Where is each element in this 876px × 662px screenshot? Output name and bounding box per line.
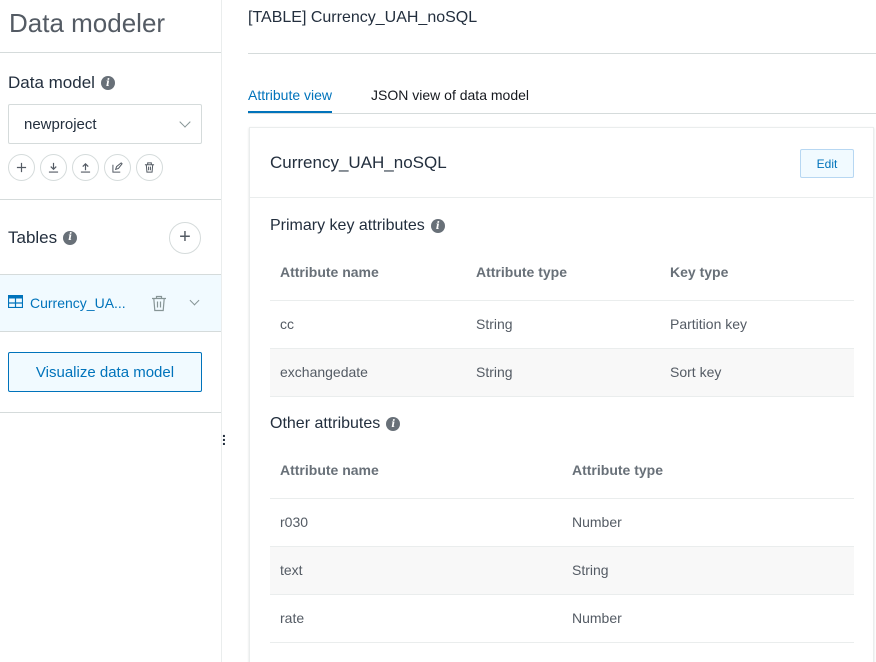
add-data-model-button[interactable] (8, 154, 35, 181)
page-title: [TABLE] Currency_UAH_noSQL (248, 9, 478, 26)
data-model-select[interactable]: newproject (8, 104, 202, 144)
primary-key-table: Attribute name Attribute type Key type c… (270, 245, 854, 397)
drag-handle-icon[interactable]: ... (222, 425, 226, 447)
other-attributes-table: Attribute name Attribute type r030 Numbe… (270, 443, 854, 643)
sidebar-table-item-label: Currency_UA... (30, 295, 126, 311)
visualize-data-model-button[interactable]: Visualize data model (8, 352, 202, 392)
other-attributes-section-title-text: Other attributes (270, 415, 381, 432)
table-row: rate Number (270, 594, 854, 643)
data-model-label: Data model i (8, 73, 221, 93)
table-row: r030 Number (270, 498, 854, 547)
card-title: Currency_UAH_noSQL (270, 152, 447, 172)
column-header: Attribute type (562, 443, 854, 499)
trash-icon[interactable] (151, 295, 167, 312)
edit-icon (112, 162, 123, 173)
delete-data-model-button[interactable] (136, 154, 163, 181)
plus-icon: + (179, 226, 191, 248)
add-table-button[interactable]: + (169, 221, 201, 254)
primary-key-section-title-text: Primary key attributes (270, 217, 425, 234)
other-attributes-section-title: Other attributes i (270, 415, 401, 433)
tables-label-text: Tables (8, 227, 58, 247)
column-header: Attribute type (466, 245, 660, 301)
table-row: exchangedate String Sort key (270, 348, 854, 397)
tables-label: Tables i (8, 227, 78, 248)
data-model-actions (8, 154, 221, 181)
data-model-select-value: newproject (24, 115, 97, 133)
table-cell: rate (270, 594, 562, 643)
sidebar-table-item[interactable]: Currency_UA... (0, 274, 221, 332)
table-cell: r030 (270, 498, 562, 547)
table-cell: Sort key (660, 348, 854, 397)
table-cell: cc (270, 300, 466, 349)
tabs: Attribute view JSON view of data model (248, 87, 876, 114)
chevron-down-icon (179, 115, 191, 128)
data-model-section: Data model i newproject (0, 53, 221, 200)
main-panel: [TABLE] Currency_UAH_noSQL Attribute vie… (229, 0, 876, 662)
download-data-model-button[interactable] (40, 154, 67, 181)
table-icon (8, 294, 23, 308)
sidebar-title: Data modeler (0, 0, 221, 53)
table-cell: String (466, 300, 660, 349)
table-cell: exchangedate (270, 348, 466, 397)
table-row: cc String Partition key (270, 300, 854, 349)
edit-data-model-button[interactable] (104, 154, 131, 181)
chevron-down-icon[interactable] (189, 295, 200, 305)
divider (0, 412, 221, 413)
info-icon[interactable]: i (386, 417, 401, 431)
table-cell: Number (562, 498, 854, 547)
tab-attribute-view[interactable]: Attribute view (248, 87, 333, 113)
column-header: Key type (660, 245, 854, 301)
column-header: Attribute name (270, 443, 562, 499)
column-header: Attribute name (270, 245, 466, 301)
table-header-row: Attribute name Attribute type (270, 443, 854, 499)
divider (248, 53, 876, 54)
table-row: text String (270, 546, 854, 595)
tables-section: Tables i + (0, 200, 221, 275)
upload-data-model-button[interactable] (72, 154, 99, 181)
plus-icon (16, 162, 27, 173)
upload-icon (80, 162, 91, 173)
download-icon (48, 162, 59, 173)
info-icon[interactable]: i (63, 230, 78, 245)
table-cell: String (466, 348, 660, 397)
table-cell: Number (562, 594, 854, 643)
trash-icon (144, 162, 155, 173)
table-cell: Partition key (660, 300, 854, 349)
info-icon[interactable]: i (100, 76, 115, 90)
table-header-row: Attribute name Attribute type Key type (270, 245, 854, 301)
edit-button[interactable]: Edit (800, 149, 854, 178)
card-header: Currency_UAH_noSQL (250, 128, 873, 198)
tab-json-view[interactable]: JSON view of data model (371, 87, 529, 113)
data-model-label-text: Data model (8, 73, 95, 92)
table-cell: String (562, 546, 854, 595)
primary-key-section-title: Primary key attributes i (270, 217, 445, 235)
table-cell: text (270, 546, 562, 595)
info-icon[interactable]: i (430, 219, 445, 233)
table-details-card: Currency_UAH_noSQL Edit Primary key attr… (249, 127, 874, 662)
